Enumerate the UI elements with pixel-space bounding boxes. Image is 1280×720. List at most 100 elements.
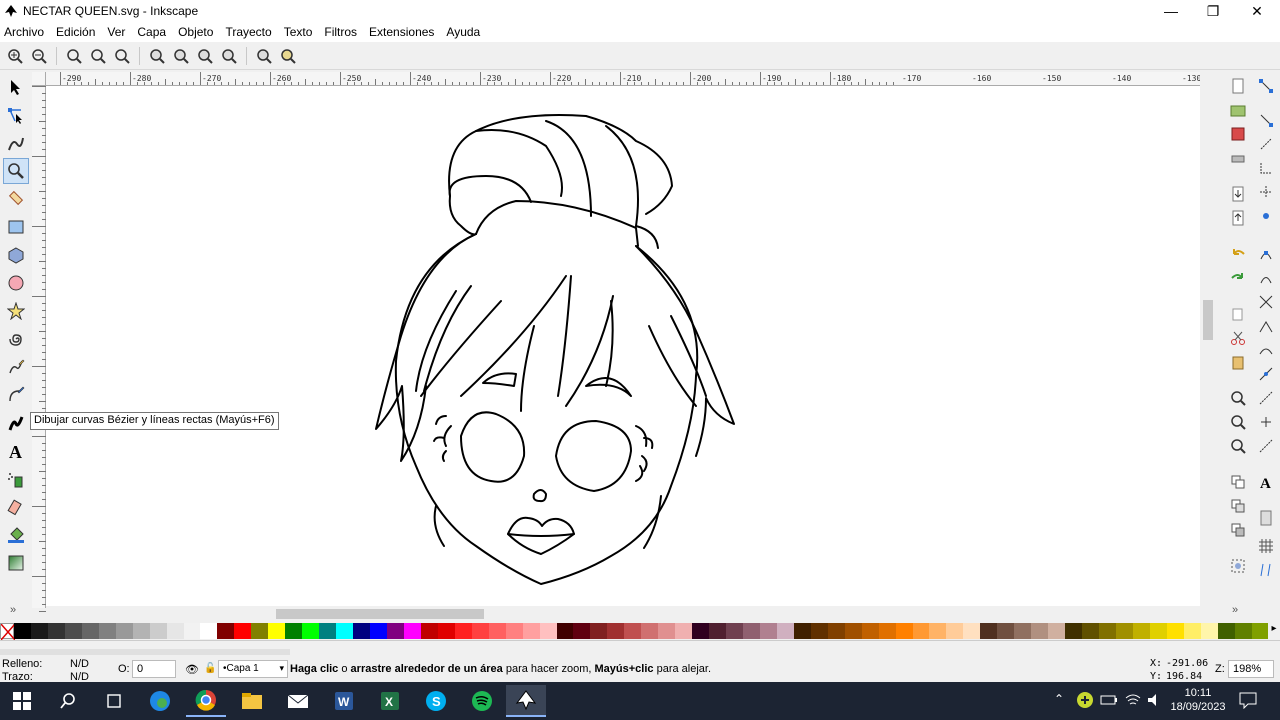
color-swatch[interactable] bbox=[963, 623, 981, 639]
color-swatch[interactable] bbox=[658, 623, 676, 639]
menu-archivo[interactable]: Archivo bbox=[4, 25, 44, 39]
snap-intersection-button[interactable] bbox=[1256, 292, 1276, 312]
volume-icon[interactable] bbox=[1146, 692, 1164, 711]
skype-app[interactable]: S bbox=[416, 685, 456, 717]
minimize-button[interactable]: — bbox=[1148, 0, 1194, 22]
print-button[interactable] bbox=[1228, 148, 1248, 168]
zoom-selection-cmd-button[interactable] bbox=[1228, 388, 1248, 408]
battery-icon[interactable] bbox=[1100, 693, 1118, 710]
start-button[interactable] bbox=[2, 685, 42, 717]
color-swatch[interactable] bbox=[556, 623, 574, 639]
color-swatch[interactable] bbox=[946, 623, 964, 639]
menu-extensiones[interactable]: Extensiones bbox=[369, 25, 434, 39]
copy-button[interactable] bbox=[1228, 304, 1248, 324]
zoom-page-width-button[interactable] bbox=[218, 45, 240, 67]
new-document-button[interactable] bbox=[1228, 76, 1248, 96]
zoom-drawing-cmd-button[interactable] bbox=[1228, 412, 1248, 432]
color-swatch[interactable] bbox=[1048, 623, 1066, 639]
zoom-prev-button[interactable] bbox=[253, 45, 275, 67]
color-swatch[interactable] bbox=[1166, 623, 1184, 639]
color-swatch[interactable] bbox=[1251, 623, 1269, 639]
layer-lock-icon[interactable]: 🔓 bbox=[204, 663, 216, 674]
menu-objeto[interactable]: Objeto bbox=[178, 25, 213, 39]
color-swatch[interactable] bbox=[488, 623, 506, 639]
color-swatch[interactable] bbox=[980, 623, 998, 639]
duplicate-button[interactable] bbox=[1228, 472, 1248, 492]
color-swatch[interactable] bbox=[522, 623, 540, 639]
color-swatch[interactable] bbox=[1082, 623, 1099, 639]
zoom-1-1-button[interactable] bbox=[63, 45, 85, 67]
menu-ver[interactable]: Ver bbox=[107, 25, 125, 39]
color-swatch[interactable] bbox=[793, 623, 811, 639]
maximize-button[interactable]: ❐ bbox=[1190, 0, 1236, 22]
color-swatch[interactable] bbox=[166, 623, 184, 639]
eraser-tool[interactable] bbox=[3, 494, 29, 520]
color-swatch[interactable] bbox=[1132, 623, 1150, 639]
group-button[interactable] bbox=[1228, 556, 1248, 576]
zoom-tool[interactable] bbox=[3, 158, 29, 184]
color-swatch[interactable] bbox=[590, 623, 608, 639]
color-swatch[interactable] bbox=[336, 623, 354, 639]
spiral-tool[interactable] bbox=[3, 326, 29, 352]
color-swatch[interactable] bbox=[861, 623, 879, 639]
color-swatch[interactable] bbox=[929, 623, 947, 639]
color-swatch[interactable] bbox=[539, 623, 557, 639]
snap-center-button[interactable] bbox=[1256, 206, 1276, 226]
pencil-tool[interactable] bbox=[3, 354, 29, 380]
word-app[interactable]: W bbox=[324, 685, 364, 717]
opacity-input[interactable]: 0 bbox=[132, 660, 176, 678]
zoom-page-cmd-button[interactable] bbox=[1228, 436, 1248, 456]
color-swatch[interactable] bbox=[285, 623, 303, 639]
color-swatch[interactable] bbox=[827, 623, 845, 639]
color-swatch[interactable] bbox=[132, 623, 150, 639]
color-swatch[interactable] bbox=[1014, 623, 1032, 639]
clone-button[interactable] bbox=[1228, 496, 1248, 516]
spotify-app[interactable] bbox=[462, 685, 502, 717]
3dbox-tool[interactable] bbox=[3, 242, 29, 268]
commands-expand-icon[interactable]: » bbox=[1232, 604, 1238, 616]
snap-nodes-button[interactable] bbox=[1256, 244, 1276, 264]
color-swatch[interactable] bbox=[844, 623, 862, 639]
export-button[interactable] bbox=[1228, 208, 1248, 228]
palette-menu-icon[interactable]: ▸ bbox=[1268, 623, 1280, 639]
color-swatch[interactable] bbox=[403, 623, 421, 639]
color-swatch[interactable] bbox=[624, 623, 642, 639]
color-swatch[interactable] bbox=[386, 623, 404, 639]
save-button[interactable] bbox=[1228, 124, 1248, 144]
snap-smooth-button[interactable] bbox=[1256, 340, 1276, 360]
color-swatch[interactable] bbox=[268, 623, 286, 639]
tray-expand-icon[interactable]: ⌃ bbox=[1054, 692, 1064, 706]
color-swatch[interactable] bbox=[1200, 623, 1218, 639]
menu-edicion[interactable]: Edición bbox=[56, 25, 95, 39]
color-swatch[interactable] bbox=[319, 623, 337, 639]
menu-texto[interactable]: Texto bbox=[284, 25, 313, 39]
excel-app[interactable]: X bbox=[370, 685, 410, 717]
snap-toggle-button[interactable] bbox=[1256, 76, 1276, 96]
color-swatch[interactable] bbox=[437, 623, 455, 639]
vertical-scrollbar[interactable] bbox=[1200, 86, 1216, 606]
color-swatch[interactable] bbox=[1031, 623, 1049, 639]
color-swatch[interactable] bbox=[353, 623, 371, 639]
cut-button[interactable] bbox=[1228, 328, 1248, 348]
color-swatch[interactable] bbox=[471, 623, 489, 639]
horizontal-scrollbar[interactable] bbox=[46, 606, 1216, 622]
bezier-tool[interactable] bbox=[3, 382, 29, 408]
measure-tool[interactable] bbox=[3, 186, 29, 212]
color-swatch[interactable] bbox=[217, 623, 235, 639]
snap-text-button[interactable]: A bbox=[1256, 472, 1276, 492]
toolbox-expand-icon[interactable]: » bbox=[10, 604, 16, 616]
zoom-2-1-button[interactable] bbox=[111, 45, 133, 67]
calligraphy-tool[interactable] bbox=[3, 410, 29, 436]
paste-button[interactable] bbox=[1228, 352, 1248, 372]
color-swatch[interactable] bbox=[183, 623, 201, 639]
color-swatch[interactable] bbox=[149, 623, 167, 639]
color-swatch[interactable] bbox=[234, 623, 252, 639]
clock[interactable]: 10:11 18/09/2023 bbox=[1170, 686, 1226, 714]
snap-bbox-edge-button[interactable] bbox=[1256, 134, 1276, 154]
chrome-app[interactable] bbox=[186, 685, 226, 717]
bucket-tool[interactable] bbox=[3, 522, 29, 548]
snap-line-mid-button[interactable] bbox=[1256, 364, 1276, 384]
color-swatch[interactable] bbox=[505, 623, 523, 639]
fill-value[interactable]: N/D bbox=[70, 658, 89, 670]
zoom-out-button[interactable] bbox=[28, 45, 50, 67]
